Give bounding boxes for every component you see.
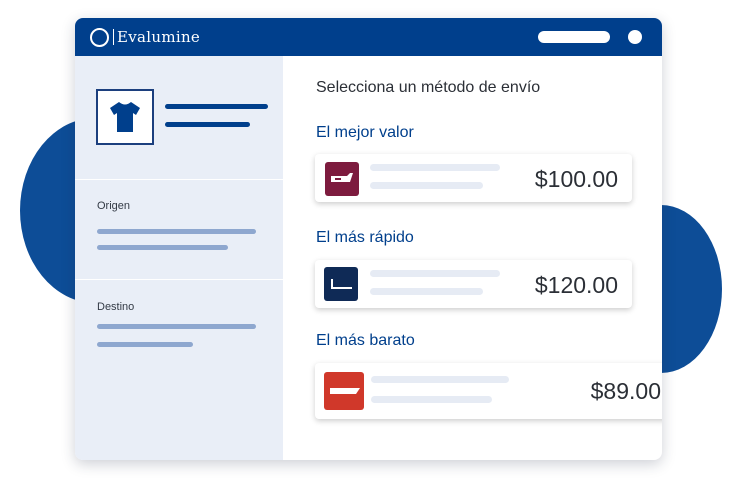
price-best-value: $100.00: [534, 166, 618, 192]
titlebar-dot[interactable]: [628, 30, 642, 44]
app-window: Evalumine Origen Destino Selecciona un m…: [75, 18, 662, 460]
carrier-logo: [325, 162, 359, 196]
shipping-option-cheapest[interactable]: $89.00: [315, 363, 662, 419]
product-line: [165, 122, 250, 127]
option-placeholder-line: [370, 182, 483, 189]
carrier-logo: [324, 372, 364, 410]
origin-line: [97, 229, 256, 234]
option-placeholder-line: [371, 396, 492, 403]
stripe-icon: [330, 388, 360, 394]
shipping-option-fastest[interactable]: $120.00: [315, 260, 632, 308]
titlebar-pill[interactable]: [538, 31, 610, 43]
fastest-label: El más rápido: [316, 229, 414, 246]
product-thumbnail[interactable]: [96, 89, 154, 145]
sidebar-divider: [75, 279, 283, 280]
tray-icon: [331, 279, 352, 289]
option-placeholder-line: [370, 288, 483, 295]
logo-separator: [113, 29, 114, 45]
origin-label: Origen: [97, 200, 131, 212]
origin-line: [97, 245, 228, 250]
carrier-logo: [324, 267, 358, 301]
t-shirt-icon: [110, 102, 140, 132]
destination-label: Destino: [97, 301, 135, 313]
sidebar: Origen Destino: [75, 56, 283, 460]
option-placeholder-line: [370, 270, 500, 277]
shipping-method-title: Selecciona un método de envío: [316, 79, 541, 96]
destination-line: [97, 324, 256, 329]
cheapest-label: El más barato: [316, 332, 415, 349]
best-value-label: El mejor valor: [316, 124, 414, 141]
price-fastest: $120.00: [534, 272, 618, 298]
product-line: [165, 104, 268, 109]
destination-line: [97, 342, 193, 347]
sidebar-divider: [75, 179, 283, 180]
shipping-option-best-value[interactable]: $100.00: [315, 154, 632, 202]
brand-name: Evalumine: [117, 28, 201, 46]
title-bar: Evalumine: [75, 18, 662, 56]
logo-ring-icon: [90, 28, 109, 47]
truck-icon: [331, 173, 353, 182]
option-placeholder-line: [370, 164, 500, 171]
option-placeholder-line: [371, 376, 509, 383]
price-cheapest: $89.00: [590, 378, 661, 404]
